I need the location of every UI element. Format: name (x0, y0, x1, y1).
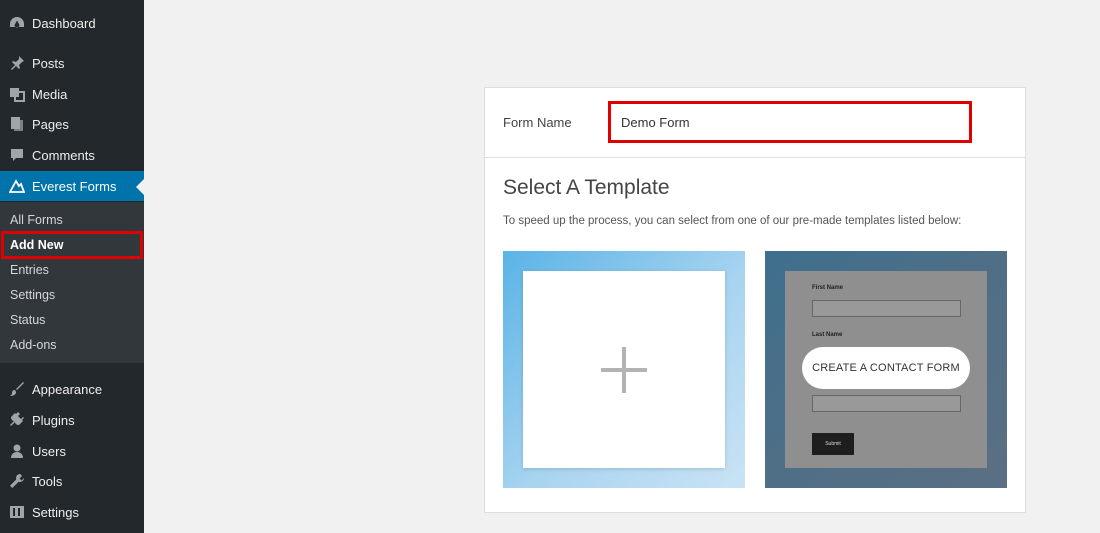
form-name-label: Form Name (503, 115, 572, 130)
brush-icon (8, 380, 26, 398)
preview-first-name-input (812, 300, 961, 317)
everest-forms-submenu: All Forms Add New Entries Settings Statu… (0, 202, 144, 363)
sidebar-item-label: Pages (32, 116, 69, 132)
select-template-description: To speed up the process, you can select … (503, 215, 962, 227)
plugin-icon (8, 411, 26, 429)
sidebar-item-label: Users (32, 443, 66, 459)
sidebar-item-label: Tools (32, 473, 63, 489)
sidebar-item-label: Dashboard (32, 15, 96, 31)
sidebar-item-posts[interactable]: Posts (0, 48, 144, 78)
admin-sidebar: Dashboard Posts Media Pages Comments Eve… (0, 0, 144, 533)
sidebar-item-label: Settings (32, 504, 79, 520)
create-contact-form-button[interactable]: CREATE A CONTACT FORM (802, 347, 970, 389)
everest-forms-icon (8, 177, 26, 195)
new-form-panel: Form Name Select A Template To speed up … (484, 87, 1026, 513)
form-name-input[interactable] (608, 101, 972, 143)
pages-icon (8, 115, 26, 133)
sidebar-item-label: Posts (32, 55, 65, 71)
sidebar-item-label: Everest Forms (32, 178, 117, 194)
preview-submit-button: Submit (812, 433, 854, 455)
user-icon (8, 442, 26, 460)
sidebar-item-pages[interactable]: Pages (0, 109, 144, 139)
sidebar-item-settings[interactable]: Settings (0, 497, 144, 527)
submenu-entries[interactable]: Entries (10, 260, 49, 280)
preview-first-name-label: First Name (812, 285, 844, 291)
form-name-row: Form Name (485, 88, 1025, 158)
sidebar-item-label: Comments (32, 147, 95, 163)
plus-icon (601, 346, 647, 393)
submenu-status[interactable]: Status (10, 310, 45, 330)
media-icon (8, 85, 26, 103)
sidebar-item-plugins[interactable]: Plugins (0, 405, 144, 435)
pin-icon (8, 54, 26, 72)
sidebar-item-tools[interactable]: Tools (0, 466, 144, 496)
submenu-add-ons[interactable]: Add-ons (10, 335, 57, 355)
add-new-highlight (1, 231, 143, 259)
sidebar-item-users[interactable]: Users (0, 436, 144, 466)
comment-icon (8, 146, 26, 164)
sidebar-item-label: Appearance (32, 381, 103, 397)
wrench-icon (8, 472, 26, 490)
preview-message-input (812, 395, 961, 412)
sidebar-item-comments[interactable]: Comments (0, 140, 144, 170)
select-template-title: Select A Template (503, 176, 670, 199)
sidebar-item-label: Plugins (32, 412, 75, 428)
sidebar-item-everest-forms[interactable]: Everest Forms (0, 171, 144, 201)
sidebar-item-label: Media (32, 86, 68, 102)
settings-icon (8, 503, 26, 521)
sidebar-item-appearance[interactable]: Appearance (0, 374, 144, 404)
preview-last-name-label: Last Name (812, 332, 843, 338)
blank-template-card[interactable] (503, 251, 745, 488)
submenu-all-forms[interactable]: All Forms (10, 210, 63, 230)
dashboard-icon (8, 14, 26, 32)
contact-form-template-card[interactable]: First Name Last Name Submit CREATE A CON… (765, 251, 1007, 488)
blank-template-preview (523, 271, 725, 468)
sidebar-item-media[interactable]: Media (0, 79, 144, 109)
sidebar-item-dashboard[interactable]: Dashboard (0, 8, 144, 38)
submenu-settings[interactable]: Settings (10, 285, 55, 305)
